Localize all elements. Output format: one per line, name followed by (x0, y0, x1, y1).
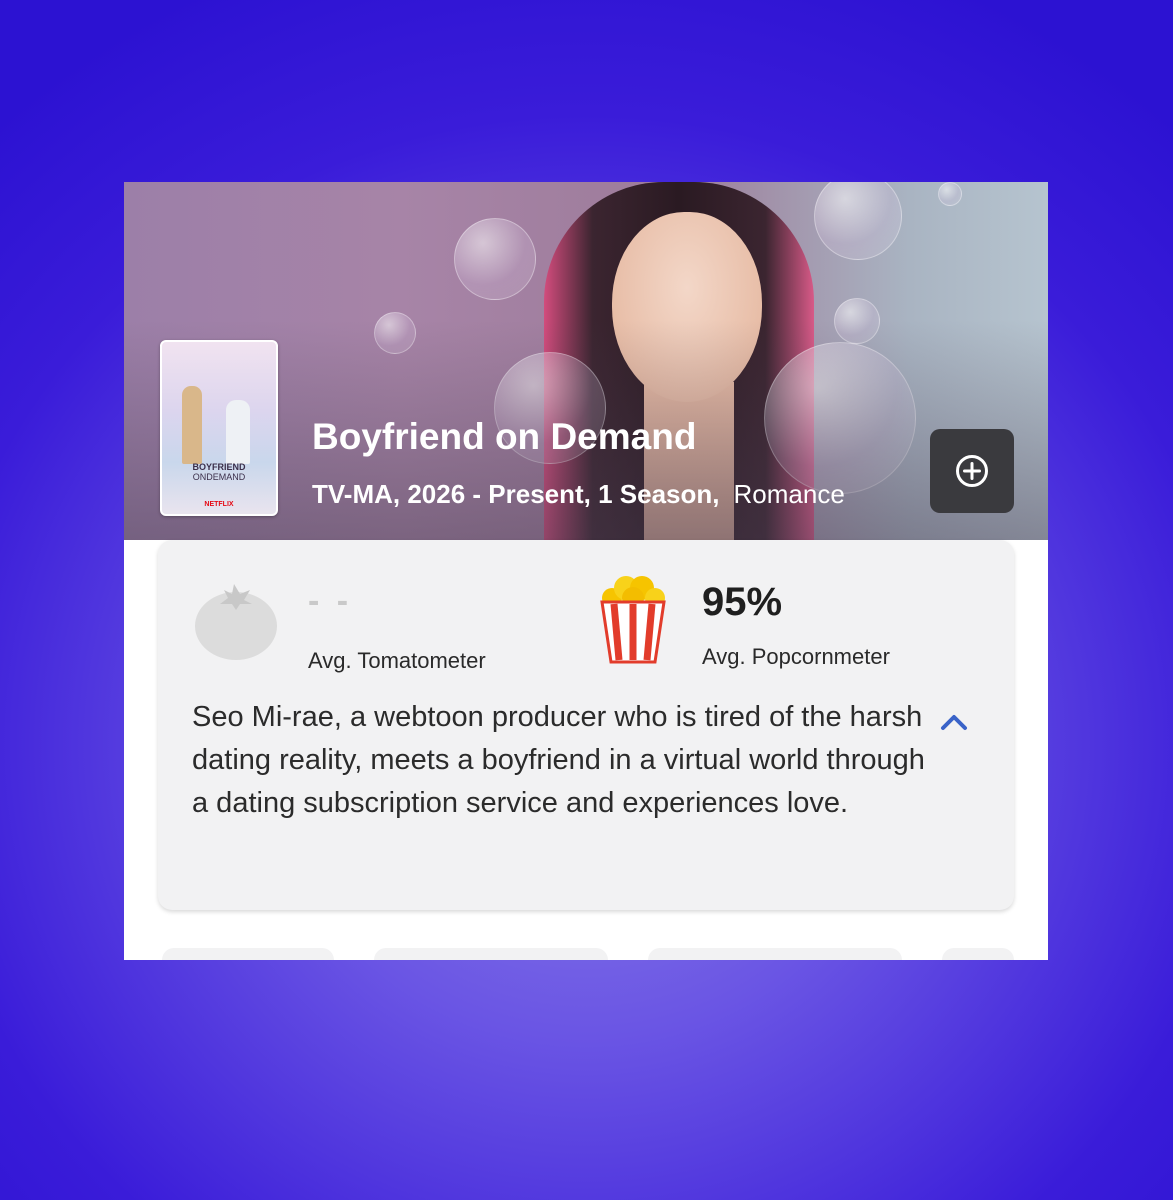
tomatometer-label: Avg. Tomatometer (308, 648, 486, 673)
hero-banner: BOYFRIEND ONDEMAND NETFLIX Boyfriend on … (124, 182, 1048, 540)
plus-circle-icon (956, 455, 988, 487)
tomato-icon (195, 584, 277, 660)
show-meta-info: TV-MA, 2026 - Present, 1 Season, (312, 479, 720, 509)
poster-figure (226, 400, 250, 464)
tab-stub[interactable] (942, 948, 1014, 960)
bubble (454, 218, 536, 300)
collapse-synopsis-button[interactable] (936, 704, 972, 740)
add-to-watchlist-button[interactable] (930, 429, 1014, 513)
show-genre: Romance (733, 479, 845, 509)
tab-stub[interactable] (162, 948, 334, 960)
tab-stub[interactable] (374, 948, 608, 960)
popcorn-icon (600, 576, 666, 664)
poster-title-line: ONDEMAND (192, 472, 246, 482)
poster-figure (182, 386, 202, 464)
chevron-up-icon (941, 715, 967, 730)
poster-title: BOYFRIEND ONDEMAND (162, 462, 276, 482)
synopsis-text: Seo Mi-rae, a webtoon producer who is ti… (192, 701, 925, 819)
poster-title-line: BOYFRIEND (192, 462, 246, 472)
bubble (938, 182, 962, 206)
show-meta: TV-MA, 2026 - Present, 1 Season, Romance (312, 479, 845, 510)
popcornmeter-label: Avg. Popcornmeter (702, 644, 890, 669)
show-poster[interactable]: BOYFRIEND ONDEMAND NETFLIX (160, 340, 278, 516)
popcornmeter-score: 95% (702, 580, 783, 624)
bubble (814, 182, 902, 260)
show-card: BOYFRIEND ONDEMAND NETFLIX Boyfriend on … (124, 182, 1048, 960)
tab-stub[interactable] (648, 948, 902, 960)
poster-brand: NETFLIX (204, 501, 234, 508)
tomatometer-score: - - (308, 582, 353, 620)
show-title: Boyfriend on Demand (312, 416, 697, 457)
score-panel: - - Avg. Tomatometer 95% Avg. Popcornmet… (158, 540, 1014, 910)
